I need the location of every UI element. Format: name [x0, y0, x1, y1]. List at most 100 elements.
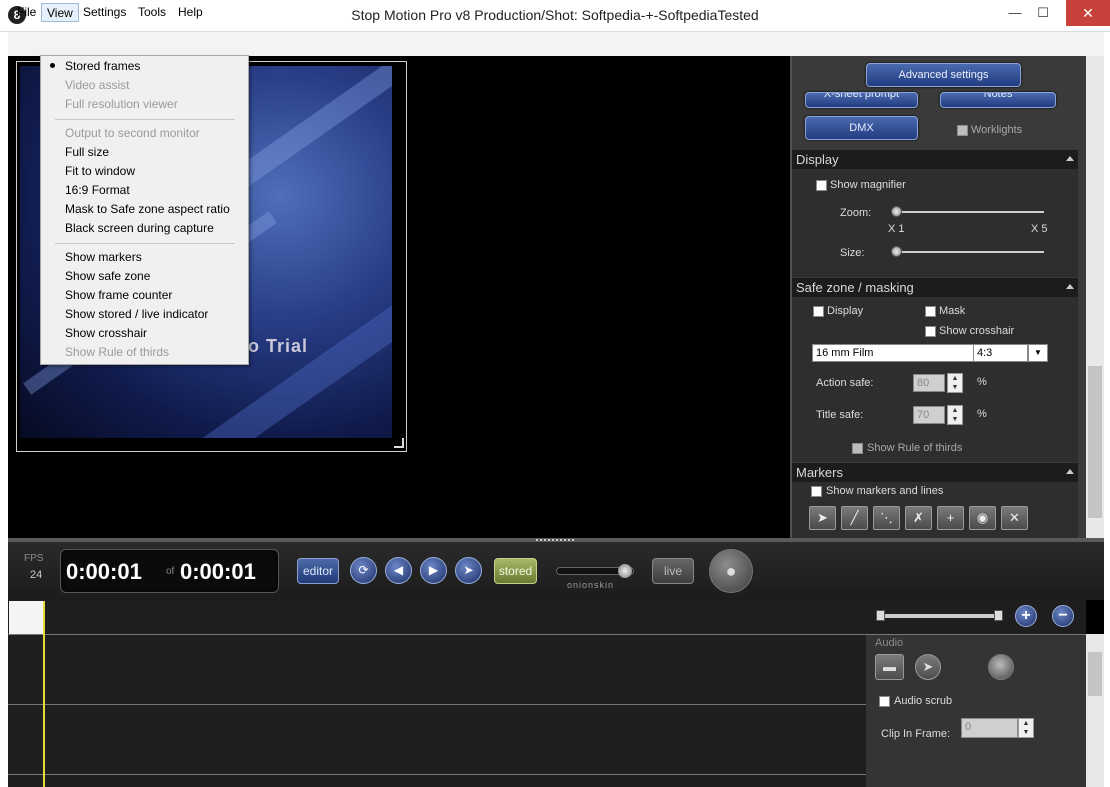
worklights-label: Worklights [971, 124, 1023, 136]
markers-section-header[interactable]: Markers [792, 463, 1078, 482]
menu-item-show-safe-zone[interactable]: Show safe zone [65, 267, 150, 286]
audio-scrub-checkbox[interactable] [879, 696, 890, 707]
zoom-max-label: X 5 [1031, 223, 1048, 235]
display-section-header[interactable]: Display [792, 150, 1078, 169]
film-format-value: 16 mm Film [816, 347, 874, 359]
show-markers-checkbox[interactable] [811, 486, 822, 497]
worklights-checkbox[interactable] [957, 125, 968, 136]
play-icon[interactable]: ➤ [455, 557, 482, 584]
menu-settings[interactable]: Settings [78, 3, 131, 22]
audio-volume-knob[interactable] [988, 654, 1014, 680]
timeline-zoom-slider[interactable] [880, 614, 1001, 618]
safe-zone-crosshair-label: Show crosshair [939, 325, 1015, 337]
playhead[interactable] [43, 601, 45, 787]
size-label: Size: [840, 247, 865, 259]
advanced-settings-button[interactable]: Advanced settings [866, 63, 1021, 87]
menu-item-video-assist: Video assist [65, 78, 130, 92]
zoom-min-label: X 1 [888, 223, 905, 235]
live-button[interactable]: live [652, 558, 694, 584]
collapse-arrow-icon[interactable] [1066, 156, 1074, 161]
resize-grip-icon[interactable] [394, 438, 404, 448]
menu-item-mask-safe-zone[interactable]: Mask to Safe zone aspect ratio [65, 200, 230, 219]
timeline-frame-thumbnail[interactable] [9, 601, 44, 634]
show-magnifier-label: Show magnifier [830, 179, 906, 191]
draw-line-icon[interactable]: ╱ [841, 506, 868, 530]
current-timecode: 0:00:01 [66, 559, 142, 584]
safe-zone-crosshair-checkbox[interactable] [925, 326, 936, 337]
color-wheel-icon[interactable]: ◉ [969, 506, 996, 530]
step-forward-icon[interactable]: ▶ [420, 557, 447, 584]
menu-item-show-crosshair[interactable]: Show crosshair [65, 324, 147, 343]
menu-item-16-9-format[interactable]: 16:9 Format [65, 181, 130, 200]
safe-zone-display-checkbox[interactable] [813, 306, 824, 317]
action-safe-stepper[interactable]: ▲ ▼ [947, 373, 963, 393]
title-safe-stepper[interactable]: ▲ ▼ [947, 405, 963, 425]
timeline-zoom-right-handle[interactable] [994, 610, 1003, 621]
window-frame-left [0, 32, 8, 787]
menu-item-show-markers[interactable]: Show markers [65, 248, 142, 267]
stored-button[interactable]: stored [494, 558, 537, 584]
safe-zone-section-header[interactable]: Safe zone / masking [792, 278, 1078, 297]
settings-scrollbar-thumb[interactable] [1088, 366, 1102, 518]
timeline[interactable] [8, 600, 866, 787]
rule-of-thirds-checkbox[interactable] [852, 443, 863, 454]
display-header-label: Display [796, 152, 839, 167]
menu-separator [55, 243, 235, 244]
show-magnifier-checkbox[interactable] [816, 180, 827, 191]
aspect-ratio-value: 4:3 [973, 345, 992, 361]
select-arrow-icon[interactable]: ➤ [809, 506, 836, 530]
zoom-slider-knob[interactable] [891, 206, 902, 217]
dotted-line-icon[interactable]: ⋱ [873, 506, 900, 530]
title-safe-input[interactable]: 70 [913, 406, 945, 424]
minimize-button[interactable]: — [1000, 0, 1030, 26]
zoom-out-icon[interactable]: − [1052, 605, 1074, 627]
dmx-button[interactable]: DMX [805, 116, 918, 140]
size-slider-knob[interactable] [891, 246, 902, 257]
menu-item-output-second-monitor: Output to second monitor [65, 126, 200, 140]
menu-view[interactable]: View [41, 3, 79, 22]
menu-item-show-stored-live[interactable]: Show stored / live indicator [65, 305, 208, 324]
menu-item-full-size[interactable]: Full size [65, 143, 109, 162]
zoom-slider-track[interactable] [896, 211, 1044, 213]
menu-help[interactable]: Help [173, 3, 208, 22]
maximize-button[interactable]: ☐ [1028, 0, 1058, 26]
collapse-arrow-icon[interactable] [1066, 284, 1074, 289]
menu-file[interactable]: File [12, 3, 41, 22]
menu-tools[interactable]: Tools [133, 3, 171, 22]
size-slider-track[interactable] [896, 251, 1044, 253]
menu-item-black-screen[interactable]: Black screen during capture [65, 219, 214, 238]
mask-checkbox[interactable] [925, 306, 936, 317]
action-safe-input[interactable]: 80 [913, 374, 945, 392]
onionskin-slider-knob[interactable] [618, 564, 632, 578]
timeline-zoom-left-handle[interactable] [876, 610, 885, 621]
menu-item-stored-frames[interactable]: Stored frames [65, 57, 140, 76]
film-format-select[interactable]: 16 mm Film 4:3 [812, 344, 1028, 362]
add-marker-icon[interactable]: + [937, 506, 964, 530]
clear-markers-icon[interactable]: ✕ [1001, 506, 1028, 530]
clip-in-frame-input[interactable]: 0 [961, 718, 1018, 738]
timeline-scrollbar-thumb[interactable] [1088, 652, 1102, 696]
loop-icon[interactable]: ⟳ [350, 557, 377, 584]
timecode-of-label: of [166, 566, 175, 577]
step-back-icon[interactable]: ◀ [385, 557, 412, 584]
audio-play-icon[interactable]: ➤ [915, 654, 941, 680]
chevron-down-icon[interactable]: ▼ [1028, 344, 1048, 362]
editor-button[interactable]: editor [297, 558, 339, 584]
menu-item-full-resolution-viewer: Full resolution viewer [65, 97, 178, 111]
collapse-arrow-icon[interactable] [1066, 469, 1074, 474]
total-timecode: 0:00:01 [180, 559, 256, 584]
menu-item-show-frame-counter[interactable]: Show frame counter [65, 286, 172, 305]
close-button[interactable]: ✕ [1066, 0, 1110, 26]
capture-camera-icon[interactable]: ● [709, 549, 753, 593]
open-folder-icon[interactable]: ▬ [875, 654, 904, 680]
splitter-grip-icon[interactable] [536, 539, 576, 541]
menu-item-fit-to-window[interactable]: Fit to window [65, 162, 135, 181]
selected-bullet-icon [50, 63, 55, 68]
clip-in-frame-stepper[interactable]: ▲ ▼ [1018, 718, 1034, 738]
notes-button[interactable]: Notes [940, 92, 1056, 108]
safe-zone-header-label: Safe zone / masking [796, 280, 914, 295]
zoom-in-icon[interactable]: + [1015, 605, 1037, 627]
delete-line-icon[interactable]: ✗ [905, 506, 932, 530]
x-sheet-prompt-button[interactable]: X-sheet prompt [805, 92, 918, 108]
fps-value[interactable]: 24 [30, 569, 42, 581]
